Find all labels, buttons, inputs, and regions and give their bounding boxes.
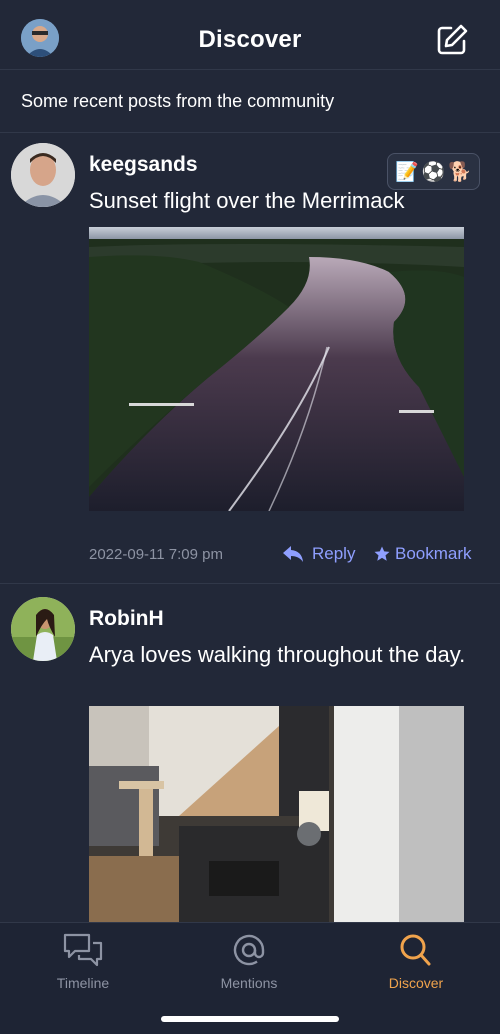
banner-caption: Some recent posts from the community [21,91,335,111]
post-item[interactable]: keegsands Sunset flight over the Merrima… [0,134,500,583]
at-icon [233,934,265,966]
bookmark-button[interactable]: Bookmark [374,544,472,564]
tab-mentions[interactable]: Mentions [194,931,304,991]
post-text: Arya loves walking throughout the day. [89,642,466,667]
tab-label: Timeline [56,975,110,991]
bookmark-label: Bookmark [395,544,472,563]
tab-timeline[interactable]: Timeline [28,931,138,991]
post-text: Sunset flight over the Merrimack [89,188,405,213]
star-icon [374,546,390,561]
post-item[interactable]: RobinH Arya loves walking throughout the… [0,584,500,922]
compose-icon[interactable] [434,22,470,58]
author-avatar[interactable] [11,143,75,207]
page-title: Discover [198,26,302,53]
aerial-river-photo[interactable] [89,227,464,511]
tab-discover[interactable]: Discover [361,931,471,991]
reply-label: Reply [312,544,356,563]
community-banner: Some recent posts from the community 📝 ⚽… [0,71,500,190]
author-username[interactable]: RobinH [89,607,164,631]
home-indicator[interactable] [161,1016,339,1022]
search-icon [400,934,431,966]
tab-label: Discover [388,975,444,991]
author-avatar[interactable] [11,597,75,661]
author-username[interactable]: keegsands [89,153,198,177]
post-timestamp: 2022-09-11 7:09 pm [89,546,223,563]
living-room-photo[interactable] [89,706,464,922]
chat-bubbles-icon [63,933,103,967]
reply-icon [283,546,303,562]
tab-label: Mentions [220,975,278,991]
reply-button[interactable]: Reply [282,544,355,564]
top-nav-bar: Discover [0,0,500,70]
